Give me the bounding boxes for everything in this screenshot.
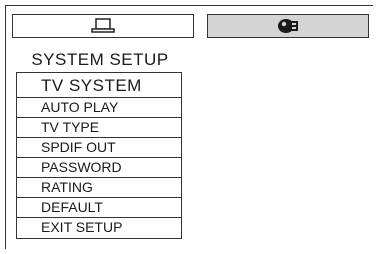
menu-item-spdif-out[interactable]: SPDIF OUT [17, 138, 181, 158]
menu-item-password[interactable]: PASSWORD [17, 158, 181, 178]
settings-figure-icon [276, 17, 300, 35]
menu-item-auto-play[interactable]: AUTO PLAY [17, 98, 181, 118]
tab-preferences[interactable] [207, 14, 369, 38]
page-title: SYSTEM SETUP [31, 50, 169, 69]
menu-item-default[interactable]: DEFAULT [17, 198, 181, 218]
setup-menu: TV SYSTEM AUTO PLAY TV TYPE SPDIF OUT PASSWO… [16, 72, 182, 239]
monitor-icon [90, 18, 116, 34]
menu-item-tv-system[interactable]: TV SYSTEM [17, 73, 181, 98]
menu-item-rating[interactable]: RATING [17, 178, 181, 198]
tab-system-setup[interactable] [12, 14, 194, 38]
menu-item-tv-type[interactable]: TV TYPE [17, 118, 181, 138]
menu-item-exit-setup[interactable]: EXIT SETUP [17, 218, 181, 238]
